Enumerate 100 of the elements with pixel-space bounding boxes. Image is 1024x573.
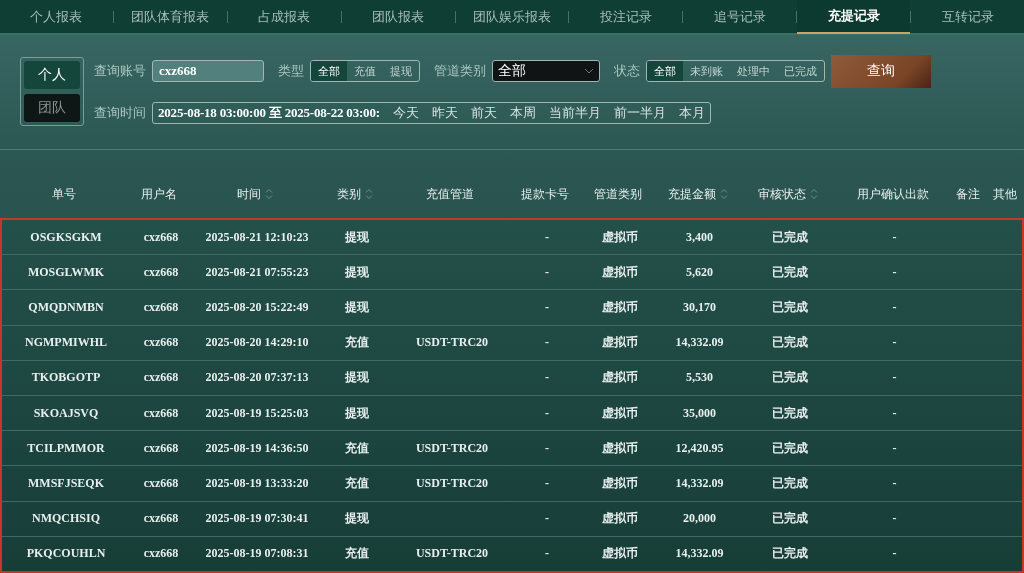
status: 已完成 xyxy=(771,298,808,316)
field-label: 管道类别 xyxy=(434,62,486,80)
amount: 20,000 xyxy=(683,511,716,527)
channel-type: 虚拟币 xyxy=(601,510,638,528)
card-number: - xyxy=(545,335,549,351)
type-option[interactable]: 提现 xyxy=(383,61,419,81)
confirm-status: - xyxy=(892,440,897,456)
column-header: 其他 xyxy=(992,185,1017,203)
channel-type: 虚拟币 xyxy=(601,263,638,281)
sort-icon[interactable] xyxy=(265,188,273,200)
category: 充值 xyxy=(345,334,369,352)
quick-range-link[interactable]: 本周 xyxy=(509,104,536,122)
status: 已完成 xyxy=(771,263,808,281)
column-header: 时间 xyxy=(237,185,261,203)
channel-type: 虚拟币 xyxy=(601,369,638,387)
report-tab[interactable]: 占成报表 xyxy=(227,0,341,33)
chevron-icon xyxy=(584,68,594,74)
order-number: PKQCOUHLN xyxy=(26,546,106,562)
report-tab[interactable]: 团队娱乐报表 xyxy=(455,0,569,33)
scope-button[interactable]: 团队 xyxy=(24,94,80,122)
username: cxz668 xyxy=(143,335,179,351)
status: 已完成 xyxy=(771,439,808,457)
confirm-status: - xyxy=(892,299,897,315)
sort-icon[interactable] xyxy=(719,188,728,200)
status-option[interactable]: 未到账 xyxy=(683,61,730,81)
column-header: 类别 xyxy=(337,185,361,203)
order-number: TKOBGOTP xyxy=(31,370,101,386)
account-field[interactable]: cxz668 xyxy=(152,60,264,82)
report-tab[interactable]: 充提记录 xyxy=(797,0,911,34)
channel-type: 虚拟币 xyxy=(601,439,638,457)
channel: USDT-TRC20 xyxy=(415,335,489,351)
time: 2025-08-21 12:10:23 xyxy=(205,229,309,245)
quick-range-link[interactable]: 前天 xyxy=(470,104,497,122)
column-header: 备注 xyxy=(955,185,980,203)
amount: 12,420.95 xyxy=(675,440,724,456)
time: 2025-08-19 14:36:50 xyxy=(205,440,309,456)
amount: 14,332.09 xyxy=(675,335,724,351)
channel-type: 虚拟币 xyxy=(601,404,638,422)
query-button[interactable]: 查询 xyxy=(831,54,931,88)
sort-icon[interactable] xyxy=(809,188,818,200)
status-option[interactable]: 全部 xyxy=(647,61,683,81)
category: 提现 xyxy=(345,369,369,387)
confirm-status: - xyxy=(892,405,897,421)
status: 已完成 xyxy=(771,228,808,246)
confirm-status: - xyxy=(892,229,897,245)
report-tab[interactable]: 投注记录 xyxy=(569,0,683,33)
report-tab[interactable]: 团队报表 xyxy=(341,0,455,33)
status: 已完成 xyxy=(771,404,808,422)
card-number: - xyxy=(545,370,549,386)
time: 2025-08-21 07:55:23 xyxy=(205,264,309,280)
report-tab[interactable]: 团队体育报表 xyxy=(113,0,227,33)
username: cxz668 xyxy=(143,440,179,456)
quick-range-link[interactable]: 前一半月 xyxy=(613,104,666,122)
card-number: - xyxy=(545,405,549,421)
username: cxz668 xyxy=(143,475,179,491)
channel: USDT-TRC20 xyxy=(415,475,489,491)
field-label: 查询时间 xyxy=(94,104,146,122)
amount: 5,620 xyxy=(686,264,713,280)
channel-type: 虚拟币 xyxy=(601,334,638,352)
field-label: 状态 xyxy=(614,62,640,80)
sort-icon[interactable] xyxy=(365,188,373,200)
order-number: SKOAJSVQ xyxy=(33,405,99,421)
category: 提现 xyxy=(345,228,369,246)
status-option[interactable]: 处理中 xyxy=(730,61,777,81)
username: cxz668 xyxy=(143,511,179,527)
quick-range-link[interactable]: 昨天 xyxy=(431,104,458,122)
amount: 30,170 xyxy=(683,299,716,315)
report-tab[interactable]: 追号记录 xyxy=(683,0,797,33)
card-number: - xyxy=(545,299,549,315)
username: cxz668 xyxy=(143,299,179,315)
time: 2025-08-19 07:30:41 xyxy=(205,511,309,527)
status-option[interactable]: 已完成 xyxy=(777,61,824,81)
quick-range-link[interactable]: 当前半月 xyxy=(548,104,601,122)
card-number: - xyxy=(545,229,549,245)
amount: 3,400 xyxy=(686,229,713,245)
date-range-input[interactable]: 2025-08-18 03:00:00 至 2025-08-22 03:00: xyxy=(158,104,380,122)
order-number: NGMPMIWHL xyxy=(25,335,107,351)
status: 已完成 xyxy=(771,545,808,563)
scope-button[interactable]: 个人 xyxy=(24,61,80,89)
field-label: 查询账号 xyxy=(94,62,146,80)
confirm-status: - xyxy=(892,335,897,351)
channel-type: 虚拟币 xyxy=(601,474,638,492)
time: 2025-08-20 14:29:10 xyxy=(205,335,309,351)
card-number: - xyxy=(545,440,549,456)
report-tab[interactable]: 互转记录 xyxy=(911,0,1024,33)
amount: 35,000 xyxy=(683,405,716,421)
channel-dropdown[interactable]: 全部 xyxy=(492,60,600,82)
username: cxz668 xyxy=(143,370,179,386)
field-label: 类型 xyxy=(278,62,304,80)
order-number: QMQDNMBN xyxy=(28,299,104,315)
quick-range-link[interactable]: 本月 xyxy=(678,104,705,122)
type-option[interactable]: 全部 xyxy=(311,61,347,81)
order-number: NMQCHSIQ xyxy=(32,511,100,527)
type-option[interactable]: 充值 xyxy=(347,61,383,81)
quick-range-link[interactable]: 今天 xyxy=(392,104,419,122)
time: 2025-08-20 15:22:49 xyxy=(205,299,309,315)
amount: 5,530 xyxy=(686,370,713,386)
order-number: OSGKSGKM xyxy=(30,229,102,245)
column-header: 管道类别 xyxy=(593,185,642,203)
report-tab[interactable]: 个人报表 xyxy=(0,0,113,33)
